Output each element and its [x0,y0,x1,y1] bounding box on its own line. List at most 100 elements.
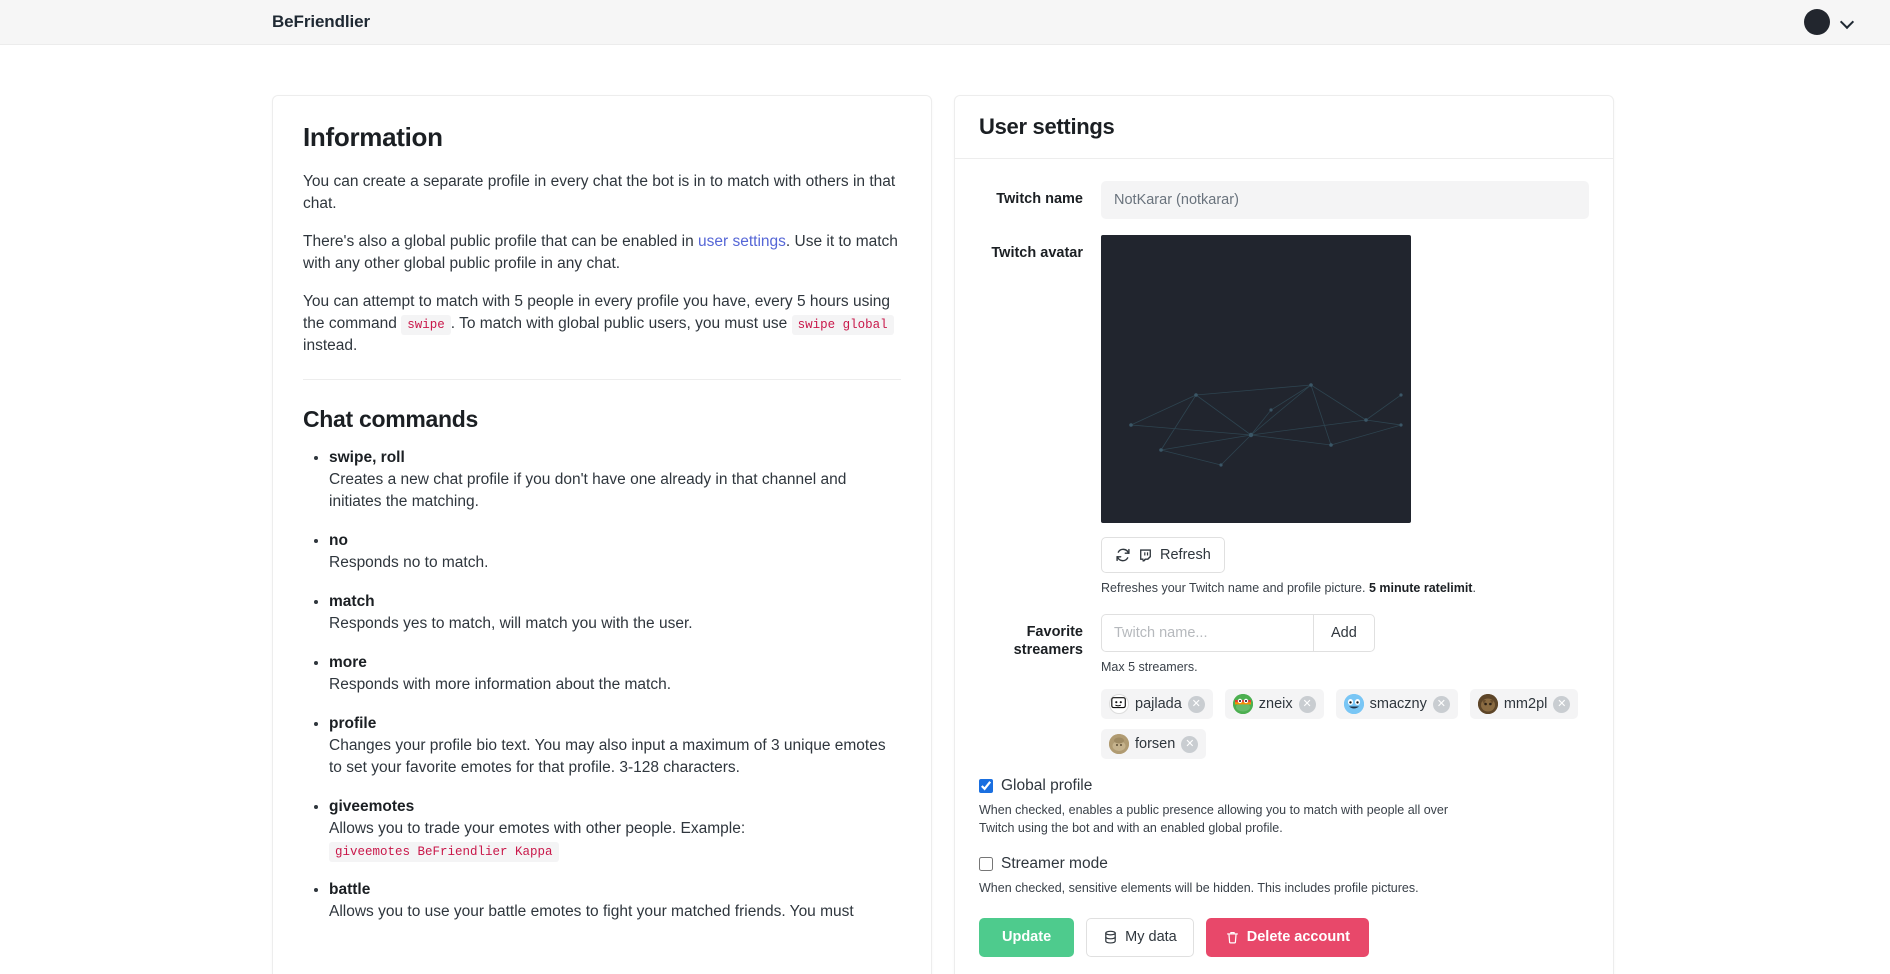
twitch-icon [1138,548,1153,563]
command-name: battle [329,881,371,898]
streamer-tag: mm2pl ✕ [1469,689,1579,719]
refresh-hint-bold: 5 minute ratelimit [1368,581,1473,595]
trash-icon [1225,930,1240,945]
zneix-avatar-glyph [1232,694,1253,714]
close-icon[interactable]: ✕ [1181,735,1199,753]
information-paragraph-3: You can attempt to match with 5 people i… [303,291,901,357]
page-body: Information You can create a separate pr… [0,45,1890,974]
streamer-mode-row[interactable]: Streamer mode [979,855,1589,873]
navbar-user-menu[interactable] [1804,9,1854,35]
code-swipe-global: swipe global [791,315,894,335]
global-profile-row[interactable]: Global profile [979,777,1589,795]
user-avatar[interactable] [1804,9,1830,35]
refresh-hint-pre: Refreshes your Twitch name and profile p… [1101,581,1369,595]
information-paragraph-2: There's also a global public profile tha… [303,231,901,275]
command-name: profile [329,715,377,732]
streamer-name: mm2pl [1503,696,1548,712]
streamer-avatar [1477,694,1498,714]
delete-account-button[interactable]: Delete account [1205,917,1369,957]
pajlada-avatar-glyph [1111,697,1126,709]
information-title: Information [303,122,443,152]
twitch-avatar-label: Twitch avatar [991,245,1083,261]
favorite-streamers-row: Favorite streamers Add Max 5 streamers. [979,613,1589,759]
code-giveemotes-example: giveemotes BeFriendlier Kappa [329,842,559,862]
streamer-tag: smaczny ✕ [1335,689,1458,719]
streamer-tag: forsen ✕ [1101,729,1207,759]
streamer-mode-label: Streamer mode [1001,855,1108,872]
twitch-avatar-row: Twitch avatar Refresh Refreshes your Twi… [979,235,1589,598]
update-button[interactable]: Update [979,917,1075,957]
settings-action-buttons: Update My data Delete account [979,917,1589,957]
streamer-mode-hint: When checked, sensitive elements will be… [979,881,1419,895]
top-navbar: BeFriendlier [0,0,1890,45]
list-item: profile Changes your profile bio text. Y… [329,713,901,779]
streamer-avatar [1343,694,1364,714]
chat-commands-title: Chat commands [303,406,479,432]
command-desc: Responds yes to match, will match you wi… [329,615,693,632]
user-settings-header: User settings [955,96,1613,159]
twitch-name-label: Twitch name [996,191,1083,207]
global-profile-checkbox[interactable] [979,779,993,793]
refresh-hint-post: . [1472,581,1476,595]
streamer-add-group: Add [1101,613,1375,652]
command-desc: Responds no to match. [329,554,489,571]
refresh-icon [1115,547,1131,563]
streamer-name: smaczny [1369,696,1427,712]
streamer-name: zneix [1258,696,1293,712]
command-desc: Creates a new chat profile if you don't … [329,471,847,510]
information-card: Information You can create a separate pr… [272,95,932,974]
info-p2-pre: There's also a global public profile tha… [303,233,699,250]
streamer-tag-list: pajlada ✕ zneix ✕ smaczny ✕ mm2pl ✕ fors… [1101,689,1589,759]
add-streamer-button[interactable]: Add [1313,613,1375,652]
code-swipe: swipe [401,315,451,335]
max-streamers-hint: Max 5 streamers. [1101,659,1198,674]
command-name: giveemotes [329,798,415,815]
global-profile-label: Global profile [1001,777,1093,794]
list-item: swipe, roll Creates a new chat profile i… [329,447,901,513]
streamer-avatar [1109,734,1129,754]
close-icon[interactable]: ✕ [1298,695,1316,713]
list-item: no Responds no to match. [329,530,901,574]
list-item: match Responds yes to match, will match … [329,591,901,635]
twitch-name-row: Twitch name NotKarar (notkarar) [979,181,1589,219]
command-name: match [329,593,375,610]
list-item: giveemotes Allows you to trade your emot… [329,796,901,862]
refresh-button[interactable]: Refresh [1101,537,1225,573]
delete-account-label: Delete account [1246,928,1350,945]
user-settings-card: User settings Twitch name NotKarar (notk… [954,95,1614,974]
close-icon[interactable]: ✕ [1432,695,1450,713]
my-data-label: My data [1125,928,1177,945]
giveemotes-desc-pre: Allows you to trade your emotes with oth… [329,820,746,837]
info-p3-post: instead. [303,337,358,354]
twitch-avatar-image [1101,235,1411,523]
user-settings-link[interactable]: user settings [698,233,786,250]
chevron-down-icon[interactable] [1840,15,1854,29]
close-icon[interactable]: ✕ [1553,695,1571,713]
refresh-hint: Refreshes your Twitch name and profile p… [1101,580,1589,598]
command-desc: Allows you to trade your emotes with oth… [329,818,901,862]
user-settings-title: User settings [979,114,1115,139]
avatar-network-graphic [1129,383,1403,467]
close-icon[interactable]: ✕ [1187,695,1205,713]
command-desc: Allows you to use your battle emotes to … [329,903,854,920]
mm2pl-avatar-glyph [1477,694,1498,714]
information-paragraph-1: You can create a separate profile in eve… [303,173,896,212]
user-settings-body: Twitch name NotKarar (notkarar) Twitch a… [955,159,1613,974]
command-desc: Responds with more information about the… [329,676,672,693]
streamer-avatar [1232,694,1253,714]
list-item: more Responds with more information abou… [329,652,901,696]
smaczny-avatar-glyph [1343,694,1364,714]
streamer-mode-checkbox[interactable] [979,857,993,871]
streamer-tag: zneix ✕ [1224,689,1324,719]
streamer-tag: pajlada ✕ [1101,689,1213,719]
streamer-name-input[interactable] [1101,613,1313,652]
list-item: battle Allows you to use your battle emo… [329,879,901,923]
brand-title[interactable]: BeFriendlier [272,12,370,32]
streamer-name: pajlada [1135,696,1182,712]
twitch-name-value: NotKarar (notkarar) [1101,181,1589,219]
command-name: no [329,532,348,549]
command-desc: Changes your profile bio text. You may a… [329,737,886,776]
my-data-button[interactable]: My data [1086,917,1194,957]
refresh-button-label: Refresh [1160,546,1211,563]
streamer-avatar [1109,694,1129,714]
